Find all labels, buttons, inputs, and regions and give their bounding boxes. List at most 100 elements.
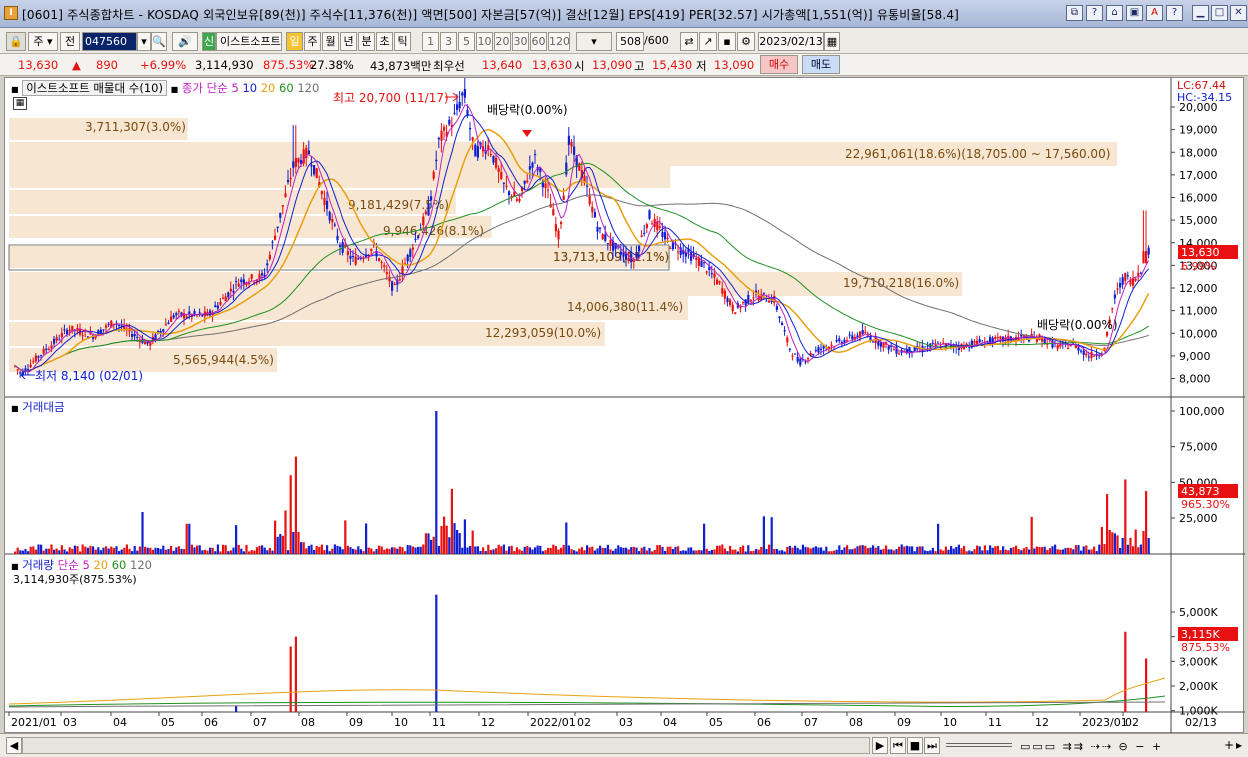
lock-icon[interactable]: 🔒 [6,32,26,51]
help-icon[interactable]: ? [1086,5,1103,21]
question-icon[interactable]: ? [1166,5,1183,21]
amount-bar [549,547,552,554]
period-select[interactable]: 주 ▾ [28,32,58,51]
volume-bar [435,594,438,712]
amount-bar [1100,527,1103,554]
candle-body [385,272,388,275]
trend-tool-icon[interactable]: ↗ [699,32,717,51]
amount-bar [807,547,810,554]
candle-body [968,346,971,348]
candle-body [1116,288,1119,290]
save-icon[interactable]: ▪ [718,32,736,51]
candle-body [105,325,108,328]
amount-bar [521,550,524,554]
chart-area[interactable]: 22,961,061(18.6%)(18,705.00 ~ 17,560.00)… [4,77,1245,734]
scroll-track[interactable] [22,737,870,754]
period-tab[interactable]: 주 [304,32,321,51]
period-tab[interactable]: 틱 [394,32,411,51]
period-tab[interactable]: 초 [376,32,393,51]
stock-name-field[interactable]: 이스트소프트 [216,32,282,51]
amount-bar [73,545,76,554]
interval-tab[interactable]: 60 [530,32,547,51]
amount-bar [625,547,628,554]
candle-body [656,221,659,231]
restore-icon[interactable]: ⧉ [1066,5,1083,21]
volume-ratio: 875.53% [263,58,315,72]
interval-tab[interactable]: 120 [548,32,570,51]
candle-body [562,195,565,200]
amount-bar [1059,549,1062,554]
interval-input[interactable]: ▾ [576,32,612,51]
stop-icon[interactable]: ■ [907,737,923,754]
x-tick-label: 2021/01 [11,716,57,729]
interval-tab[interactable]: 5 [458,32,475,51]
scroll-left-icon[interactable]: ◀ [6,737,22,754]
scroll-right-small-icon[interactable]: ▸ [1236,738,1242,752]
rewind-icon[interactable]: ⏮ [890,737,906,754]
amount-bar [107,548,110,554]
amount-bar [346,545,349,554]
amount-bar [406,545,409,554]
font-icon[interactable]: A [1146,5,1163,21]
interval-tab[interactable]: 1 [422,32,439,51]
maximize-icon[interactable]: □ [1211,5,1228,21]
amount-bar [612,550,615,554]
amount-bar [812,547,815,554]
candle-body [216,305,219,309]
period-tab[interactable]: 분 [358,32,375,51]
plus-icon[interactable]: + [1224,738,1234,752]
candle-body [1043,339,1046,344]
candle-body [333,224,336,226]
count-input[interactable]: 508 [616,32,644,51]
amount-bar [580,547,583,554]
buy-button[interactable]: 매수 [760,55,798,74]
web-icon[interactable]: ▣ [1126,5,1143,21]
interval-tab[interactable]: 30 [512,32,529,51]
chart-tool-icon[interactable]: ⇄ [680,32,698,51]
link-icon[interactable]: ⌂ [1106,5,1123,21]
toolbar: 🔒 주 ▾ 전 047560 ▾ 🔍 🔊 신 이스트소프트 ▾ 508 /600… [0,28,1248,54]
calendar-icon[interactable]: ▦ [824,32,840,51]
candle-body [1145,251,1148,264]
period-tab[interactable]: 월 [322,32,339,51]
candle-body [328,211,331,221]
amount-bar [809,548,812,554]
gear-icon[interactable]: ⚙ [737,32,755,51]
amount-bar [926,551,929,554]
scroll-right-icon[interactable]: ▶ [872,737,888,754]
fast-forward-icon[interactable]: ⏭ [924,737,940,754]
stock-chart[interactable]: 22,961,061(18.6%)(18,705.00 ~ 17,560.00)… [5,77,1245,734]
amount-bar [1025,546,1028,554]
date-input[interactable]: 2023/02/13 [758,32,824,51]
candle-body [781,322,784,326]
zoom-slider[interactable] [946,743,1012,747]
view-tool-icons[interactable]: ▭▭▭ ⇉⇉ ⇢⇢ ⊖ − + [1020,740,1163,753]
candle-body [219,302,222,305]
interval-tab[interactable]: 10 [476,32,493,51]
amount-bar [58,550,61,554]
volume-profile-label: 13,713,109(11.1%) [553,250,669,264]
candle-body [1126,275,1129,277]
prev-button[interactable]: 전 [60,32,80,51]
interval-tab[interactable]: 20 [494,32,511,51]
sell-button[interactable]: 매도 [802,55,840,74]
table-toggle-icon[interactable]: ▦ [13,97,27,110]
amount-bar [266,550,269,554]
code-dropdown-icon[interactable]: ▾ [137,32,151,51]
amount-bar [1132,546,1135,554]
candle-body [508,191,511,196]
period-tab[interactable]: 일 [286,32,303,51]
close-icon[interactable]: ✕ [1230,5,1247,21]
search-icon[interactable]: 🔍 [151,32,167,51]
speaker-icon[interactable]: 🔊 [172,32,198,51]
candle-body [336,235,339,241]
x-tick-label: 06 [204,716,218,729]
minimize-icon[interactable]: ▁ [1192,5,1209,21]
candle-body [864,331,867,333]
period-tab[interactable]: 년 [340,32,357,51]
interval-tab[interactable]: 3 [440,32,457,51]
code-input[interactable]: 047560 [82,32,137,51]
candle-body [1007,335,1010,342]
amount-bar [531,549,534,554]
x-tick-label: 07 [804,716,818,729]
